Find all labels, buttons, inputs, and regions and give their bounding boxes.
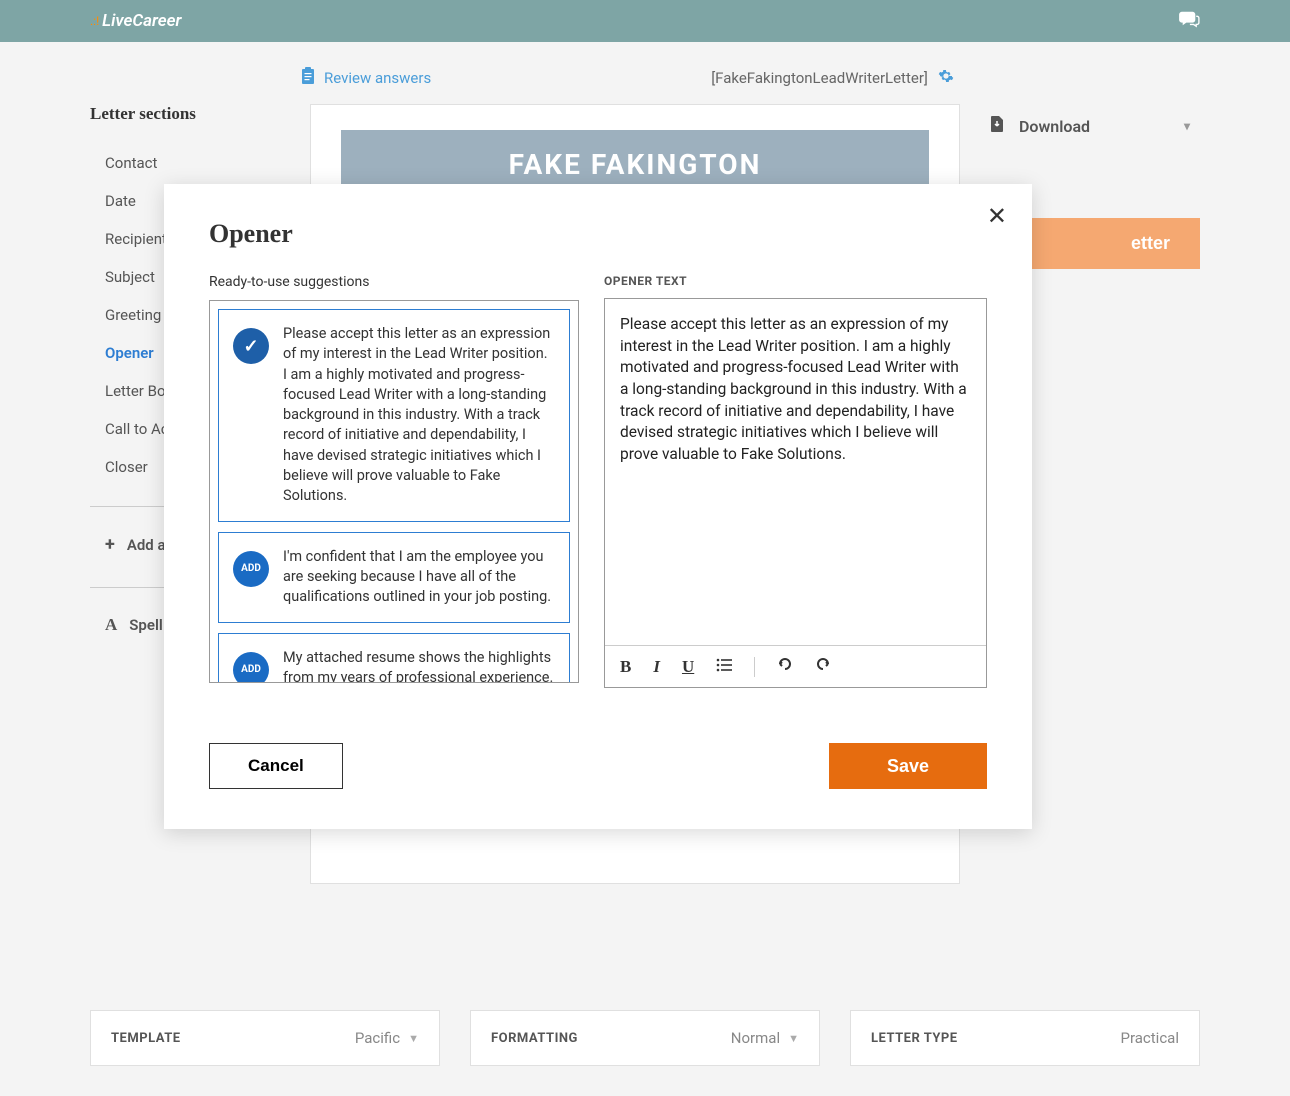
- suggestions-list[interactable]: ✓ Please accept this letter as an expres…: [209, 300, 579, 683]
- suggestion-text: I'm confident that I am the employee you…: [283, 547, 555, 608]
- suggestion-text: Please accept this letter as an expressi…: [283, 324, 555, 507]
- footer-row: TEMPLATE Pacific ▼ FORMATTING Normal ▼ L…: [0, 980, 1290, 1096]
- italic-button[interactable]: I: [653, 657, 660, 677]
- sidebar-item-contact[interactable]: Contact: [90, 144, 290, 182]
- editor-label: OPENER TEXT: [604, 274, 987, 288]
- modal-title: Opener: [209, 219, 987, 249]
- font-icon: A: [105, 615, 117, 635]
- opener-modal: ✕ Opener Ready-to-use suggestions ✓ Plea…: [164, 184, 1032, 829]
- save-button[interactable]: Save: [829, 743, 987, 789]
- editor-toolbar: B I U: [605, 645, 986, 687]
- suggestion-item[interactable]: ADD I'm confident that I am the employee…: [218, 532, 570, 623]
- review-answers-link[interactable]: Review answers: [300, 67, 431, 89]
- suggestions-label: Ready-to-use suggestions: [209, 274, 579, 290]
- opener-text-editor[interactable]: Please accept this letter as an expressi…: [605, 299, 986, 645]
- undo-button[interactable]: [777, 656, 793, 677]
- formatting-selector[interactable]: FORMATTING Normal ▼: [470, 1010, 820, 1066]
- suggestion-item[interactable]: ✓ Please accept this letter as an expres…: [218, 309, 570, 522]
- suggestion-text: My attached resume shows the highlights …: [283, 648, 555, 683]
- modal-footer: Cancel Save: [209, 743, 987, 789]
- gear-icon[interactable]: [938, 68, 954, 88]
- template-value: Pacific: [355, 1029, 400, 1047]
- check-icon: ✓: [233, 328, 269, 364]
- bold-button[interactable]: B: [620, 657, 631, 677]
- chat-icon[interactable]: [1178, 9, 1200, 33]
- download-label: Download: [1019, 117, 1090, 136]
- editor-wrapper: Please accept this letter as an expressi…: [604, 298, 987, 688]
- letter-type-value: Practical: [1121, 1029, 1179, 1047]
- add-label: Add a: [127, 536, 166, 554]
- chevron-down-icon: ▼: [788, 1032, 799, 1045]
- clipboard-icon: [300, 67, 316, 89]
- add-badge: ADD: [233, 551, 269, 587]
- separator: [754, 657, 755, 677]
- close-icon[interactable]: ✕: [987, 202, 1007, 230]
- logo-dots-icon: .:!: [90, 14, 99, 28]
- chevron-down-icon: ▾: [1184, 119, 1190, 133]
- formatting-value: Normal: [731, 1029, 780, 1047]
- underline-button[interactable]: U: [682, 657, 694, 677]
- filename-group: [FakeFakingtonLeadWriterLetter]: [711, 68, 954, 88]
- letter-type-selector[interactable]: LETTER TYPE Practical: [850, 1010, 1200, 1066]
- cancel-button[interactable]: Cancel: [209, 743, 343, 789]
- spell-label: Spell: [129, 616, 162, 634]
- list-button[interactable]: [716, 657, 732, 677]
- template-selector[interactable]: TEMPLATE Pacific ▼: [90, 1010, 440, 1066]
- letter-type-label: LETTER TYPE: [871, 1031, 958, 1046]
- review-answers-label: Review answers: [324, 69, 431, 87]
- add-badge: ADD: [233, 652, 269, 683]
- sidebar-title: Letter sections: [90, 104, 290, 124]
- suggestion-item[interactable]: ADD My attached resume shows the highlig…: [218, 633, 570, 683]
- plus-icon: +: [105, 534, 115, 555]
- download-button[interactable]: Download ▾: [980, 104, 1200, 148]
- header-row: Review answers [FakeFakingtonLeadWriterL…: [0, 42, 1290, 104]
- redo-button[interactable]: [815, 656, 831, 677]
- filename-text: [FakeFakingtonLeadWriterLetter]: [711, 69, 928, 87]
- logo-text: LiveCareer: [102, 11, 181, 31]
- chevron-down-icon: ▼: [408, 1032, 419, 1045]
- template-label: TEMPLATE: [111, 1031, 181, 1046]
- download-icon: [990, 116, 1004, 136]
- formatting-label: FORMATTING: [491, 1031, 578, 1046]
- topbar: .:! LiveCareer: [0, 0, 1290, 42]
- logo[interactable]: .:! LiveCareer: [90, 11, 182, 31]
